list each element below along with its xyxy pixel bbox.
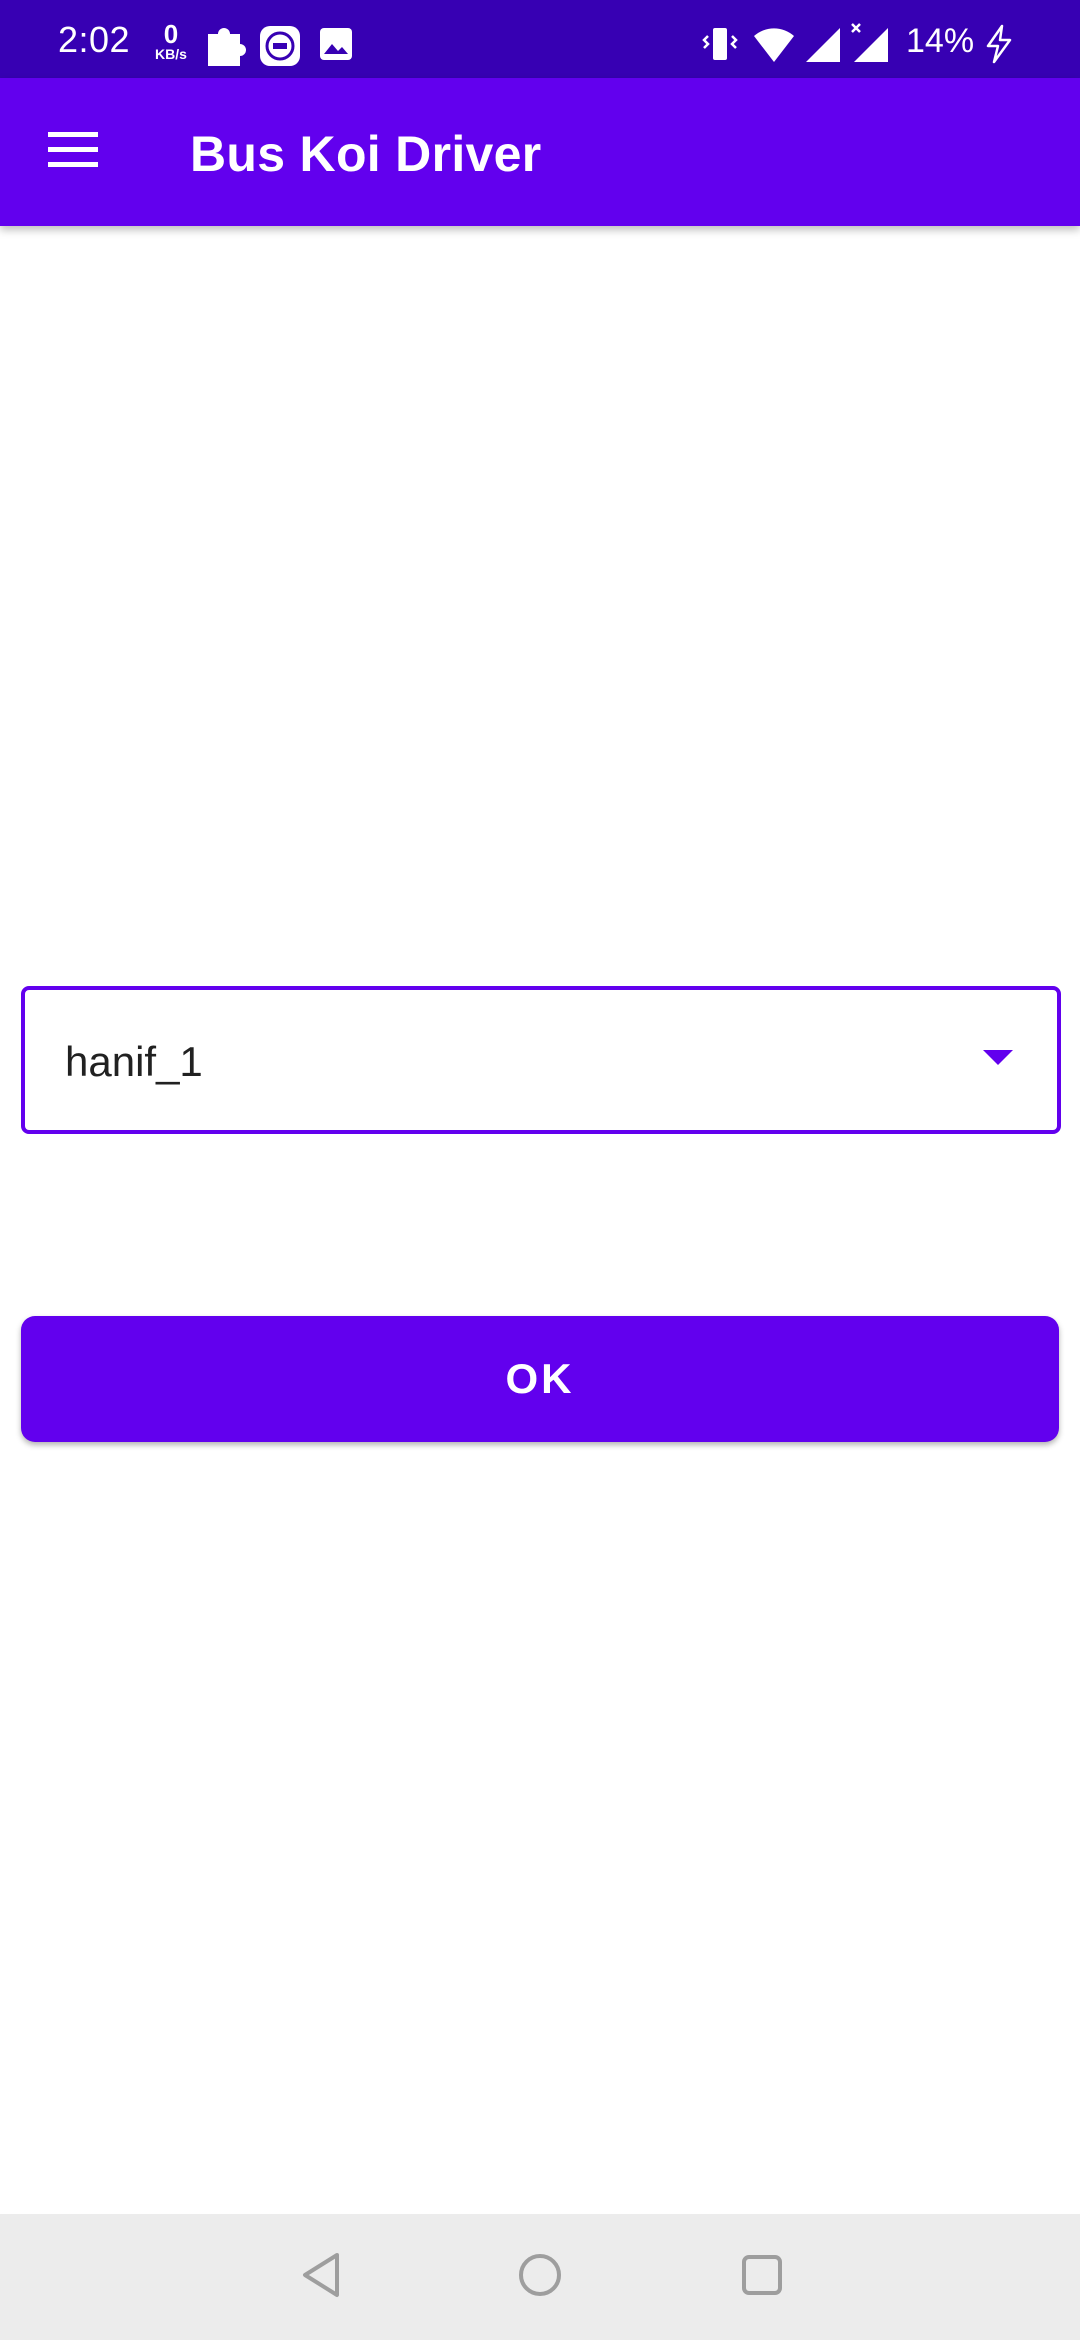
- image-icon: [318, 26, 354, 67]
- menu-icon: [48, 131, 98, 173]
- signal-no-data-icon: [850, 22, 892, 69]
- network-speed-unit: KB/s: [155, 46, 187, 62]
- charging-icon: [984, 24, 1014, 69]
- arrow-drop-down-icon: [983, 1050, 1013, 1071]
- recents-square-icon: [740, 2253, 784, 2302]
- home-button[interactable]: [505, 2242, 575, 2312]
- back-triangle-icon: [299, 2251, 343, 2304]
- home-circle-icon: [516, 2251, 564, 2304]
- mi-app-icon: [258, 24, 302, 73]
- status-time: 2:02: [58, 19, 131, 60]
- network-speed: 0 KB/s: [150, 19, 192, 62]
- back-button[interactable]: [286, 2242, 356, 2312]
- battery-percentage: 14%: [906, 22, 975, 60]
- recents-button[interactable]: [727, 2242, 797, 2312]
- app-bar: Bus Koi Driver: [0, 78, 1080, 226]
- ok-button[interactable]: OK: [21, 1316, 1059, 1442]
- navigation-bar: [0, 2214, 1080, 2340]
- status-bar: 2:02 0 KB/s 14%: [0, 0, 1080, 78]
- wifi-icon: [752, 26, 796, 69]
- driver-select-dropdown[interactable]: hanif_1: [21, 986, 1061, 1134]
- page-title: Bus Koi Driver: [190, 126, 542, 182]
- vibrate-icon: [700, 24, 740, 69]
- puzzle-icon: [204, 20, 248, 73]
- dropdown-selected-value: hanif_1: [65, 1038, 203, 1085]
- menu-button[interactable]: [28, 112, 118, 192]
- signal-icon: [804, 26, 842, 69]
- network-speed-value: 0: [163, 19, 179, 49]
